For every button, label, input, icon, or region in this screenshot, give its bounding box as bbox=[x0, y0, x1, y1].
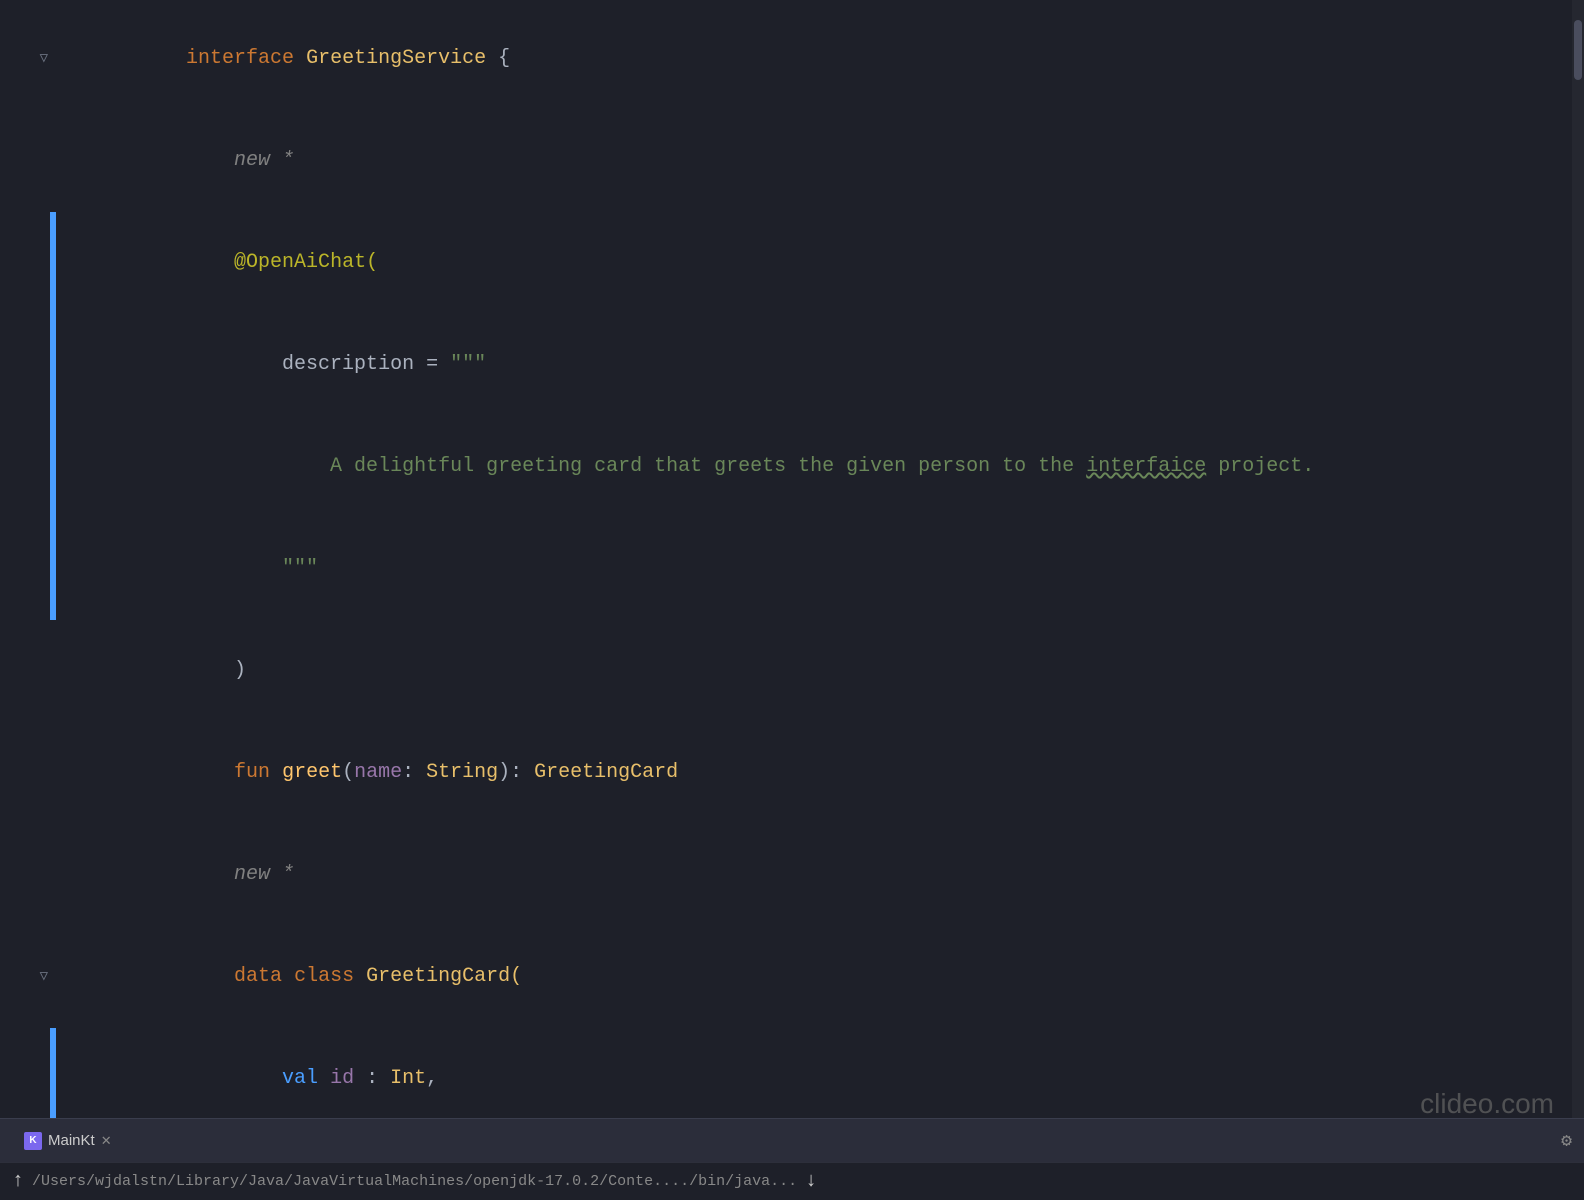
str-interfaice: interfaice bbox=[1086, 455, 1206, 478]
fn-greet: greet bbox=[282, 761, 342, 784]
str-triple-close: """ bbox=[282, 557, 318, 580]
blue-bar-5 bbox=[50, 416, 56, 518]
editor-container: ▽ interface GreetingService { new * bbox=[0, 0, 1584, 1200]
punct-brace: { bbox=[486, 47, 510, 70]
fold-icon-10[interactable]: ▽ bbox=[40, 960, 48, 994]
code-line-2: new * bbox=[0, 110, 1584, 212]
nav-up-arrow[interactable]: ↑ bbox=[12, 1170, 24, 1193]
type-greetingcard: GreetingCard bbox=[534, 761, 678, 784]
code-line-6: """ bbox=[0, 518, 1584, 620]
blue-bar-11 bbox=[50, 1028, 56, 1118]
nav-down-arrow[interactable]: ↓ bbox=[805, 1170, 817, 1193]
ann-openai: @OpenAiChat( bbox=[234, 251, 378, 274]
tab-close-button[interactable]: ✕ bbox=[101, 1133, 112, 1149]
code-area[interactable]: ▽ interface GreetingService { new * bbox=[0, 0, 1584, 1118]
str-triple-open: """ bbox=[450, 353, 486, 376]
indent-3 bbox=[186, 251, 234, 274]
kw-class: class bbox=[294, 965, 366, 988]
settings-icon[interactable]: ⚙ bbox=[1561, 1130, 1572, 1152]
line-code-4: description = """ bbox=[58, 314, 1584, 416]
line-code-1: interface GreetingService { bbox=[58, 8, 1584, 110]
code-line-1: ▽ interface GreetingService { bbox=[0, 8, 1584, 110]
param-name: name bbox=[354, 761, 402, 784]
cls-greetingcard: GreetingCard( bbox=[366, 965, 522, 988]
line-code-8: fun greet(name: String): GreetingCard bbox=[58, 722, 1584, 824]
gutter-10: ▽ bbox=[0, 960, 50, 994]
new-marker-9: new * bbox=[186, 863, 294, 886]
watermark-text: clideo.com bbox=[1420, 1088, 1554, 1119]
param-id: id bbox=[330, 1067, 354, 1090]
line-code-5: A delightful greeting card that greets t… bbox=[58, 416, 1584, 518]
line-code-3: @OpenAiChat( bbox=[58, 212, 1584, 314]
fold-icon-1[interactable]: ▽ bbox=[40, 42, 48, 76]
kw-interface: interface bbox=[186, 47, 306, 70]
tab-kotlin-icon: K bbox=[24, 1132, 42, 1150]
cls-greetingservice: GreetingService bbox=[306, 47, 486, 70]
code-line-3: @OpenAiChat( bbox=[0, 212, 1584, 314]
tab-label: MainKt bbox=[48, 1132, 95, 1149]
str-content-5: A delightful greeting card that greets t… bbox=[186, 455, 1086, 478]
watermark: clideo.com bbox=[1420, 1088, 1554, 1120]
paren-close-7: ) bbox=[186, 659, 246, 682]
line-code-2: new * bbox=[58, 110, 1584, 212]
code-content: ▽ interface GreetingService { new * bbox=[0, 0, 1584, 1118]
blue-bar-3 bbox=[50, 212, 56, 314]
line-code-6: """ bbox=[58, 518, 1584, 620]
code-line-9: new * bbox=[0, 824, 1584, 926]
line-code-10: data class GreetingCard( bbox=[58, 926, 1584, 1028]
indent-10 bbox=[186, 965, 234, 988]
comma-11: , bbox=[426, 1067, 438, 1090]
ret-8: ): bbox=[498, 761, 534, 784]
kw-val-11: val bbox=[282, 1067, 330, 1090]
line-code-11: val id : Int, bbox=[58, 1028, 1584, 1118]
code-line-11: val id : Int, bbox=[0, 1028, 1584, 1118]
bottom-bar: K MainKt ✕ ⚙ bbox=[0, 1118, 1584, 1162]
str-project: project. bbox=[1206, 455, 1314, 478]
tab-icon-letter: K bbox=[29, 1135, 36, 1146]
type-string-8: String bbox=[426, 761, 498, 784]
colon-8: : bbox=[402, 761, 426, 784]
status-bar: ↑ /Users/wjdalstn/Library/Java/JavaVirtu… bbox=[0, 1162, 1584, 1200]
code-line-8: fun greet(name: String): GreetingCard bbox=[0, 722, 1584, 824]
indent-11 bbox=[186, 1067, 282, 1090]
code-line-7: ) bbox=[0, 620, 1584, 722]
new-marker-2: new * bbox=[186, 149, 294, 172]
line-code-7: ) bbox=[58, 620, 1584, 722]
kw-data: data bbox=[234, 965, 294, 988]
indent-6 bbox=[186, 557, 282, 580]
code-line-5: A delightful greeting card that greets t… bbox=[0, 416, 1584, 518]
punct-8: ( bbox=[342, 761, 354, 784]
code-line-10: ▽ data class GreetingCard( bbox=[0, 926, 1584, 1028]
status-path: /Users/wjdalstn/Library/Java/JavaVirtual… bbox=[32, 1173, 797, 1190]
desc-label: description = bbox=[186, 353, 450, 376]
code-line-4: description = """ bbox=[0, 314, 1584, 416]
type-int: Int bbox=[390, 1067, 426, 1090]
tab-mainkt[interactable]: K MainKt ✕ bbox=[12, 1126, 124, 1156]
line-code-9: new * bbox=[58, 824, 1584, 926]
blue-bar-4 bbox=[50, 314, 56, 416]
colon-11: : bbox=[354, 1067, 390, 1090]
indent-8 bbox=[186, 761, 234, 784]
gutter-1: ▽ bbox=[0, 42, 50, 76]
kw-fun-8: fun bbox=[234, 761, 282, 784]
blue-bar-6 bbox=[50, 518, 56, 620]
